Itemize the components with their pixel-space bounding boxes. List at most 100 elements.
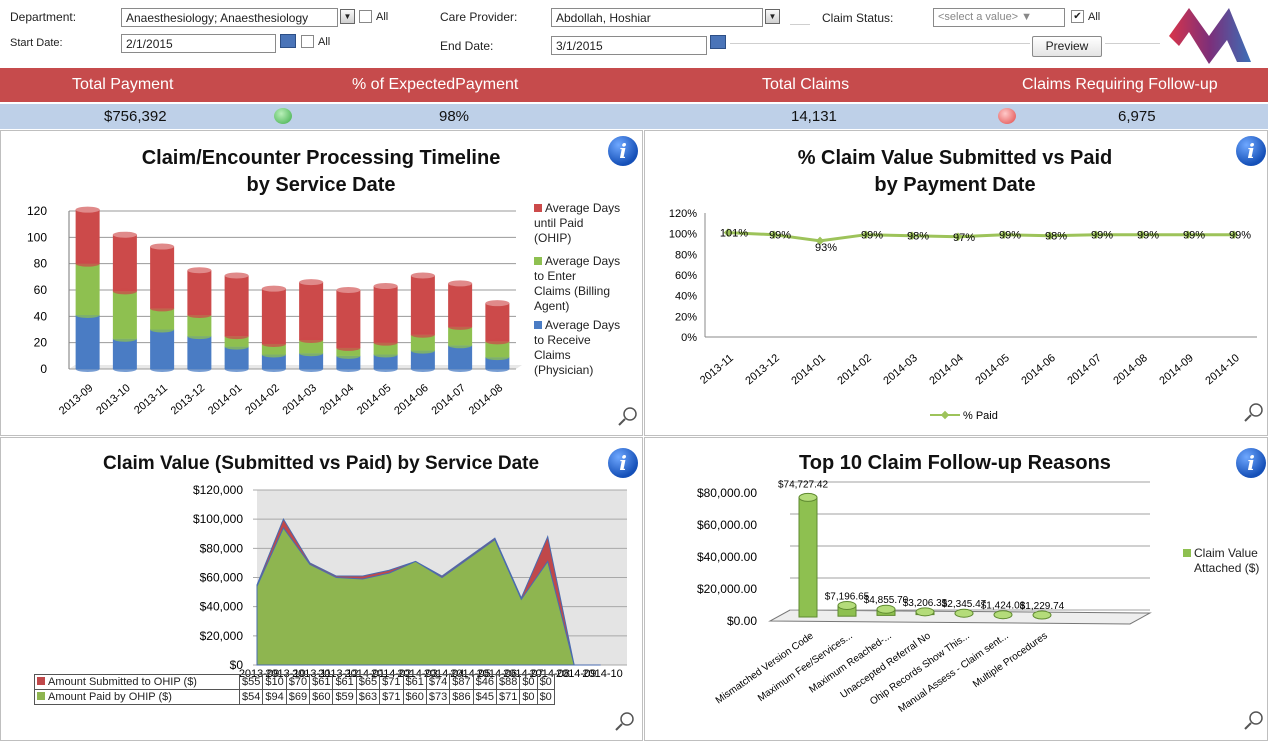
bar-segment-base (224, 333, 249, 340)
preview-button[interactable]: Preview (1032, 36, 1102, 57)
department-all-checkbox[interactable] (359, 10, 372, 23)
x-tick-label: 2013-12 (169, 382, 208, 417)
bar-segment-base (224, 366, 249, 372)
bar-top (1032, 610, 1052, 620)
data-label: 99% (999, 230, 1021, 242)
data-label: 99% (1183, 230, 1205, 242)
care-provider-dropdown-icon[interactable]: ▼ (765, 9, 780, 24)
start-date-input[interactable]: 2/1/2015 (121, 34, 276, 53)
x-tick-label: 2014-06 (392, 382, 431, 417)
info-icon[interactable]: i (608, 448, 638, 478)
bar-segment (75, 209, 100, 264)
data-label: 98% (907, 231, 929, 243)
status-bad-icon (998, 108, 1016, 124)
zoom-icon[interactable] (616, 406, 640, 426)
bar-segment-base (112, 288, 137, 295)
bar-segment-base (410, 331, 435, 338)
chart-title: Top 10 Claim Follow-up Reasons (799, 452, 1111, 474)
legend-swatch (534, 321, 542, 329)
bar-top (837, 600, 857, 610)
table-cell: $94 (262, 689, 287, 705)
bar-segment-base (112, 335, 137, 342)
bar-segment-base (187, 333, 212, 340)
panel-processing-timeline: Claim/Encounter Processing Timeline by Se… (0, 130, 643, 436)
x-tick-label: 2014-06 (1019, 352, 1058, 387)
y-tick-label: $60,000 (200, 571, 244, 585)
data-label: 97% (953, 232, 975, 244)
data-label: $1,229.74 (1020, 601, 1065, 612)
chart-legend: Average Days until Paid (OHIP) Average Day… (534, 201, 634, 378)
bar-segment (373, 286, 398, 343)
start-date-all-checkbox[interactable] (301, 35, 314, 48)
bar-segment (112, 234, 137, 292)
x-tick-label: 2014-04 (318, 382, 357, 417)
legend-label: % Paid (963, 410, 998, 422)
y-tick-label: 100% (669, 229, 697, 241)
zoom-icon[interactable] (613, 711, 637, 731)
bar-segment (150, 329, 175, 369)
x-tick-label: 2013-10 (94, 382, 133, 417)
bar-top (954, 608, 974, 618)
table-cell: $87 (449, 674, 474, 690)
end-date-input[interactable]: 3/1/2015 (551, 36, 707, 55)
bar-segment-base (75, 260, 100, 267)
table-cell: $88 (495, 674, 521, 690)
x-tick-label: 2013-11 (132, 382, 170, 417)
bar-top (150, 243, 175, 250)
bar-segment-base (448, 342, 473, 349)
claim-status-select[interactable]: <select a value> ▼ (933, 8, 1065, 27)
legend-item-enter: Average Days to Enter Claims (Billing Agent… (534, 254, 621, 313)
bar-segment (187, 270, 212, 316)
bar-segment-base (299, 337, 324, 344)
bar-segment (336, 290, 361, 348)
bar-top (112, 231, 137, 238)
start-date-calendar-icon[interactable] (280, 34, 296, 48)
y-tick-label: $0.00 (727, 614, 757, 628)
bar-segment (299, 282, 324, 341)
total-payment-value: $756,392 (104, 108, 167, 125)
bar-segment (224, 275, 249, 337)
department-dropdown-icon[interactable]: ▼ (340, 9, 355, 24)
table-cell: $71 (379, 674, 404, 690)
zoom-icon[interactable] (1242, 710, 1266, 730)
table-cell: $0 (536, 689, 555, 705)
claim-value-chart: $0$20,000$40,000$60,000$80,000$100,000$1… (193, 483, 627, 680)
info-icon[interactable]: i (1236, 448, 1266, 478)
bar-segment (224, 346, 249, 369)
info-icon[interactable]: i (608, 136, 638, 166)
claim-status-all-checkbox[interactable]: ✔ (1071, 10, 1084, 23)
x-tick-label: 2014-08 (467, 382, 506, 417)
bar-segment-base (187, 312, 212, 319)
info-icon[interactable]: i (1236, 136, 1266, 166)
zoom-icon[interactable] (1242, 402, 1266, 422)
table-cell: $74 (425, 674, 451, 690)
x-tick-label: 2014-09 (1157, 352, 1196, 387)
y-tick-label: $100,000 (193, 512, 243, 526)
table-cell: $60 (309, 689, 334, 705)
end-date-calendar-icon[interactable] (710, 35, 726, 49)
x-tick-label: 2014-03 (881, 352, 920, 387)
chart-title: Claim Value (Submitted vs Paid) by Servi… (102, 453, 540, 474)
x-tick-label: 2013-12 (743, 352, 782, 387)
bar-segment-base (448, 323, 473, 330)
department-select[interactable]: Anaesthesiology; Anaesthesiology (121, 8, 338, 27)
bar-segment-base (336, 366, 361, 372)
bar-segment (187, 315, 212, 337)
bar-segment-base (299, 350, 324, 357)
bar-segment-base (485, 338, 510, 345)
y-tick-label: 40 (34, 309, 48, 323)
bar-segment (112, 291, 137, 339)
bar-segment-base (410, 347, 435, 354)
table-cell: $0 (519, 674, 538, 690)
kpi-header-bar: Total Payment % of ExpectedPayment Total… (0, 68, 1268, 102)
care-provider-select[interactable]: Abdollah, Hoshiar (551, 8, 763, 27)
processing-timeline-chart: 0 20 40 60 80 100 120 2013-092013-10 2013-112013… (27, 204, 522, 417)
y-tick-label: $80,000 (200, 541, 244, 555)
legend-item-claim-value: Claim Value Attached ($) (1183, 546, 1268, 576)
x-tick-label: 2014-07 (1065, 352, 1104, 387)
bar-top (299, 279, 324, 286)
y-tick-label: 80 (34, 257, 48, 271)
bar-segment-base (150, 366, 175, 372)
x-tick-label: 2014-10 (1203, 352, 1242, 387)
x-tick-label: 2014-08 (1111, 352, 1150, 387)
